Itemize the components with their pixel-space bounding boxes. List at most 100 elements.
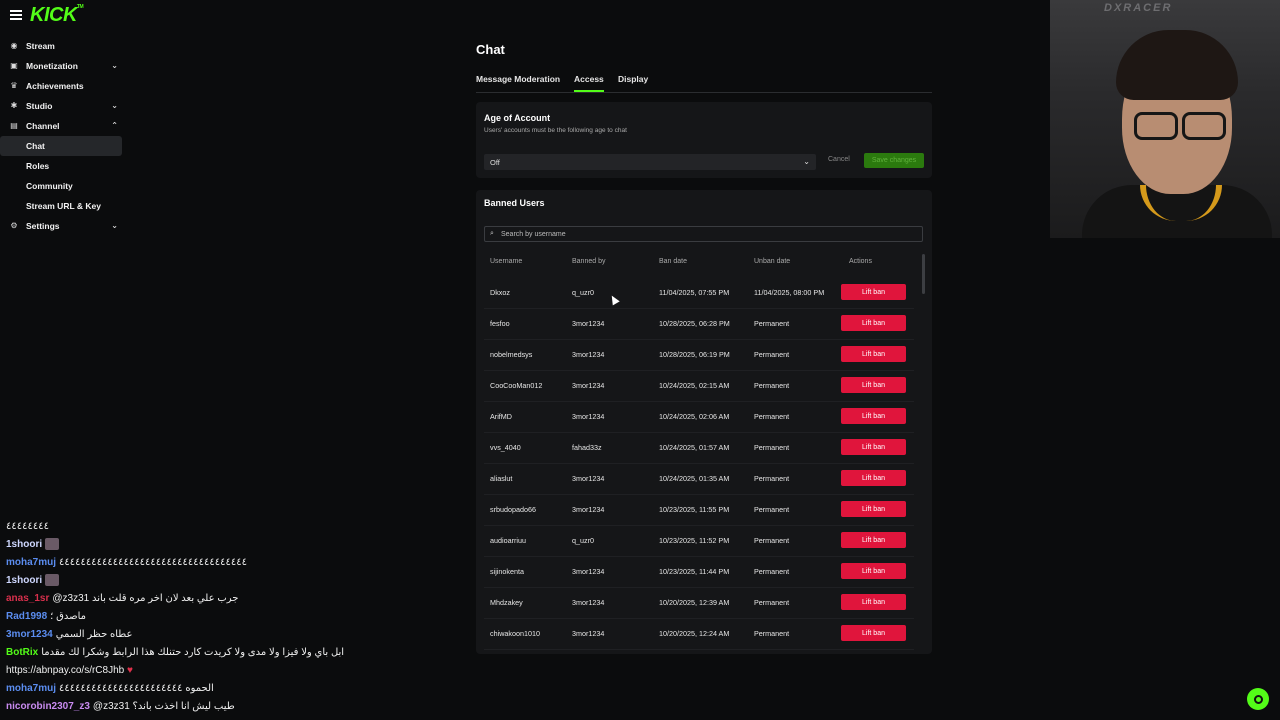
chat-username[interactable]: 1shoori xyxy=(6,575,42,586)
search-icon: ⌕ xyxy=(490,230,494,237)
banned-by-cell: 3mor1234 xyxy=(572,319,605,328)
table-row: Mhdzakey 3mor1234 10/20/2025, 12:39 AM Perm… xyxy=(484,588,914,619)
sidebar-item-label: Community xyxy=(26,181,73,191)
lift-ban-button[interactable]: Lift ban xyxy=(841,284,906,300)
chat-username[interactable]: anas_1sr xyxy=(6,593,49,604)
sidebar-item-studio[interactable]: ✱ Studio ⌄ xyxy=(0,96,124,116)
tab-access[interactable]: Access xyxy=(574,74,604,92)
streamer-glasses xyxy=(1134,112,1226,140)
chat-message-text: اذا تبي تدعم ابل باي ولا فيزا ولا مدى ول… xyxy=(41,647,346,658)
chat-username[interactable]: 1shoori xyxy=(6,539,42,550)
sidebar-item-label: Stream xyxy=(26,41,55,51)
banned-by-cell: fahad33z xyxy=(572,443,602,452)
unban-date-cell: Permanent xyxy=(754,536,790,545)
age-of-account-card: Age of Account Users' accounts must be t… xyxy=(476,102,932,178)
sidebar-item-label: Channel xyxy=(26,121,60,131)
lift-ban-button[interactable]: Lift ban xyxy=(841,501,906,517)
sidebar-item-stream-url-key[interactable]: Stream URL & Key xyxy=(0,196,124,216)
table-header: Username Banned by Ban date Unban date A… xyxy=(484,258,914,272)
support-chat-button[interactable] xyxy=(1247,688,1269,710)
unban-date-cell: Permanent xyxy=(754,598,790,607)
save-changes-button[interactable]: Save changes xyxy=(864,153,924,168)
kick-logo[interactable]: KICKTM xyxy=(30,4,84,27)
ban-date-cell: 11/04/2025, 07:55 PM xyxy=(659,288,730,297)
chat-username[interactable]: nicorobin2307_z3 xyxy=(6,701,90,712)
sidebar-item-achievements[interactable]: ♛ Achievements xyxy=(0,76,124,96)
username-cell: CooCooMan012 xyxy=(490,381,543,390)
trophy-icon: ♛ xyxy=(10,81,18,90)
chat-username[interactable]: moha7muj xyxy=(6,683,56,694)
lift-ban-button[interactable]: Lift ban xyxy=(841,594,906,610)
tab-display[interactable]: Display xyxy=(618,74,648,90)
sidebar-item-stream[interactable]: ◉ Stream xyxy=(0,36,124,56)
chat-username[interactable]: 3mor1234 xyxy=(6,629,53,640)
sidebar-item-label: Studio xyxy=(26,101,53,111)
search-input[interactable]: ⌕ Search by username xyxy=(484,226,923,242)
table-row: aliaslut 3mor1234 10/24/2025, 01:35 AM Perm… xyxy=(484,464,914,495)
username-cell: vvs_4040 xyxy=(490,443,521,452)
sidebar-item-chat[interactable]: Chat xyxy=(0,136,122,156)
sidebar-item-label: Settings xyxy=(26,221,60,231)
chat-message: 1shoori xyxy=(6,536,346,554)
age-section-subtitle: Users' accounts must be the following ag… xyxy=(484,127,627,134)
table-scrollbar[interactable] xyxy=(922,254,925,294)
chat-message: https://abnpay.co/s/rC8Jhb ♥ xyxy=(6,662,346,680)
table-row: sijinokenta 3mor1234 10/23/2025, 11:44 PM P… xyxy=(484,557,914,588)
ban-date-cell: 10/23/2025, 11:52 PM xyxy=(659,536,730,545)
account-age-select[interactable]: Off ⌄ xyxy=(484,154,816,170)
chevron-down-icon: ⌄ xyxy=(111,61,118,70)
sidebar-item-channel[interactable]: ▤ Channel ⌃ xyxy=(0,116,124,136)
table-row: vvs_4040 fahad33z 10/24/2025, 01:57 AM Perm… xyxy=(484,433,914,464)
ban-date-cell: 10/23/2025, 11:44 PM xyxy=(659,567,730,576)
lift-ban-button[interactable]: Lift ban xyxy=(841,315,906,331)
chat-message: 3mor1234 عطاه حظر السمي xyxy=(6,626,346,644)
chat-username[interactable]: moha7muj xyxy=(6,557,56,568)
table-row: srbudopado66 3mor1234 10/23/2025, 11:55 PM… xyxy=(484,495,914,526)
unban-date-cell: Permanent xyxy=(754,505,790,514)
banned-users-table: Dkxoz q_uzr0 11/04/2025, 07:55 PM 11/04/202… xyxy=(484,278,914,650)
logo-text: KICK xyxy=(30,4,77,26)
lift-ban-button[interactable]: Lift ban xyxy=(841,408,906,424)
ban-date-cell: 10/20/2025, 12:24 AM xyxy=(659,629,730,638)
chat-message: moha7muj الحموه ٤٤٤٤٤٤٤٤٤٤٤٤٤٤٤٤٤٤٤٤٤٤٤ xyxy=(6,680,346,698)
lift-ban-button[interactable]: Lift ban xyxy=(841,532,906,548)
search-placeholder: Search by username xyxy=(501,230,566,238)
emote-icon xyxy=(45,574,60,587)
streamer-hair xyxy=(1116,30,1238,100)
banned-by-cell: 3mor1234 xyxy=(572,350,605,359)
tab-message-moderation[interactable]: Message Moderation xyxy=(476,74,560,90)
broadcast-icon: ◉ xyxy=(10,41,18,50)
banned-by-cell: 3mor1234 xyxy=(572,412,605,421)
dollar-icon: ▣ xyxy=(10,61,18,70)
sidebar-item-settings[interactable]: ⚙ Settings ⌄ xyxy=(0,216,124,236)
unban-date-cell: Permanent xyxy=(754,443,790,452)
table-row: chiwakoon1010 3mor1234 10/20/2025, 12:24 A… xyxy=(484,619,914,650)
lift-ban-button[interactable]: Lift ban xyxy=(841,563,906,579)
chat-username[interactable]: Rad1998 xyxy=(6,611,47,622)
unban-date-cell: Permanent xyxy=(754,381,790,390)
gear-icon: ⚙ xyxy=(10,221,18,230)
sidebar-item-roles[interactable]: Roles xyxy=(0,156,124,176)
banned-by-cell: 3mor1234 xyxy=(572,629,605,638)
banned-by-cell: 3mor1234 xyxy=(572,567,605,576)
chat-username[interactable]: BotRix xyxy=(6,647,38,658)
lift-ban-button[interactable]: Lift ban xyxy=(841,377,906,393)
unban-date-cell: Permanent xyxy=(754,319,790,328)
table-row: nobelmedsys 3mor1234 10/28/2025, 06:19 PM P… xyxy=(484,340,914,371)
username-cell: aliaslut xyxy=(490,474,513,483)
lift-ban-button[interactable]: Lift ban xyxy=(841,439,906,455)
unban-date-cell: Permanent xyxy=(754,350,790,359)
chevron-down-icon: ⌄ xyxy=(111,221,118,230)
chat-message-text: https://abnpay.co/s/rC8Jhb xyxy=(6,665,125,676)
sidebar-item-label: Chat xyxy=(26,141,45,151)
hamburger-menu-icon[interactable] xyxy=(10,10,22,20)
ban-date-cell: 10/28/2025, 06:28 PM xyxy=(659,319,730,328)
sidebar-item-monetization[interactable]: ▣ Monetization ⌄ xyxy=(0,56,124,76)
cancel-button[interactable]: Cancel xyxy=(828,156,850,163)
lift-ban-button[interactable]: Lift ban xyxy=(841,470,906,486)
lift-ban-button[interactable]: Lift ban xyxy=(841,625,906,641)
lift-ban-button[interactable]: Lift ban xyxy=(841,346,906,362)
ban-date-cell: 10/24/2025, 01:57 AM xyxy=(659,443,730,452)
sidebar-item-community[interactable]: Community xyxy=(0,176,124,196)
unban-date-cell: Permanent xyxy=(754,567,790,576)
